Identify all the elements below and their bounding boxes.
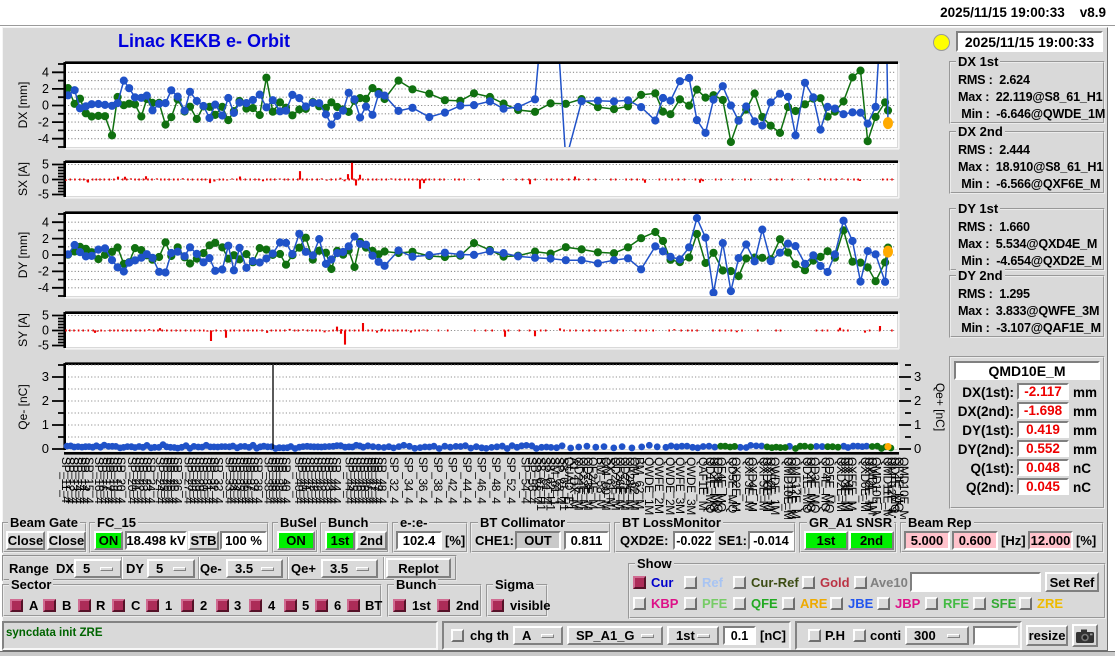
svg-text:DX [mm]: DX [mm]	[16, 82, 30, 129]
svg-text:SP_48_4: SP_48_4	[375, 457, 389, 504]
svg-text:1: 1	[914, 417, 921, 432]
svg-text:Qe- [nC]: Qe- [nC]	[16, 384, 30, 429]
svg-text:-2: -2	[38, 115, 49, 129]
svg-text:SP_40_4: SP_40_4	[279, 457, 293, 504]
svg-text:QXF5E_M: QXF5E_M	[845, 457, 859, 511]
svg-text:2: 2	[42, 232, 49, 246]
svg-text:1: 1	[42, 417, 49, 432]
svg-text:0: 0	[42, 173, 49, 187]
svg-text:SP_52_4: SP_52_4	[504, 457, 518, 504]
svg-text:SY [A]: SY [A]	[16, 313, 30, 347]
svg-text:0: 0	[42, 99, 49, 113]
svg-text:SP_38_4: SP_38_4	[431, 457, 445, 504]
svg-text:SP_44_4: SP_44_4	[460, 457, 474, 504]
svg-text:DY [mm]: DY [mm]	[16, 232, 30, 278]
svg-text:2: 2	[42, 82, 49, 96]
svg-text:SP_34_4: SP_34_4	[402, 457, 416, 504]
svg-text:SP_48_4: SP_48_4	[489, 457, 503, 504]
svg-text:4: 4	[42, 215, 49, 229]
svg-text:SP_32_4: SP_32_4	[387, 457, 401, 504]
svg-text:0: 0	[914, 441, 921, 456]
svg-text:-4: -4	[38, 281, 49, 295]
svg-text:0: 0	[42, 248, 49, 262]
svg-text:SP_46_4: SP_46_4	[475, 457, 489, 504]
svg-text:Qe+ [nC]: Qe+ [nC]	[933, 383, 945, 431]
svg-text:SX [A]: SX [A]	[16, 162, 30, 196]
svg-text:0: 0	[42, 441, 49, 456]
svg-text:0: 0	[42, 324, 49, 338]
svg-text:SP_44_4: SP_44_4	[329, 457, 343, 504]
svg-text:-5: -5	[38, 188, 49, 202]
svg-text:-2: -2	[38, 265, 49, 279]
svg-text:SP_42_4: SP_42_4	[445, 457, 459, 504]
svg-text:QMD10E_M: QMD10E_M	[897, 457, 911, 519]
svg-text:3: 3	[42, 369, 49, 384]
svg-text:5: 5	[42, 309, 49, 323]
svg-text:2: 2	[42, 393, 49, 408]
svg-text:5: 5	[42, 158, 49, 172]
svg-text:QWDE_3M: QWDE_3M	[684, 457, 698, 515]
svg-text:QXD2E_M: QXD2E_M	[729, 457, 743, 512]
svg-text:SP_36_4: SP_36_4	[416, 457, 430, 504]
svg-text:-4: -4	[38, 132, 49, 146]
svg-text:-5: -5	[38, 339, 49, 353]
svg-text:QWDE_1M: QWDE_1M	[768, 457, 782, 515]
svg-text:2: 2	[914, 393, 921, 408]
svg-text:3: 3	[914, 369, 921, 384]
svg-text:4: 4	[42, 66, 49, 80]
